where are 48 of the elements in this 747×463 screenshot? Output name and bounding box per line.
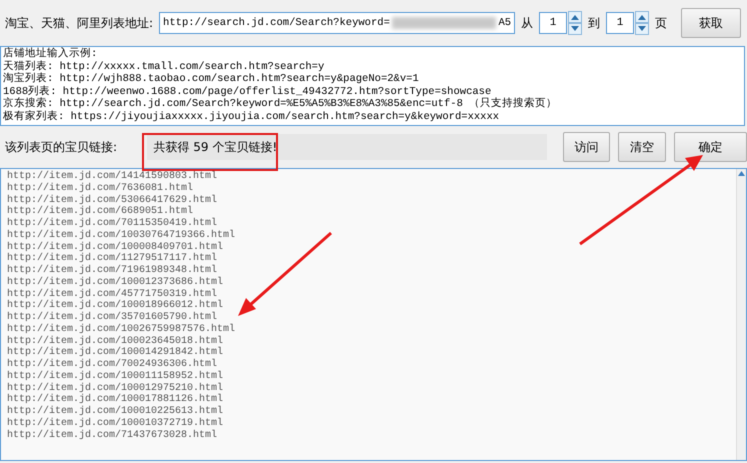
link-line: http://item.jd.com/11279517117.html bbox=[7, 253, 218, 264]
links-label: 该列表页的宝贝链接: bbox=[5, 138, 118, 156]
to-page-field[interactable]: 1 bbox=[606, 12, 634, 34]
link-line: http://item.jd.com/6689051.html bbox=[7, 206, 194, 218]
link-line: http://item.jd.com/71437673028.html bbox=[7, 430, 218, 442]
example-line: 京东搜索: http://search.jd.com/Search?keyword=%E5%A5%B3%E8%A3%85&enc=utf-8 （只支持搜索页） bbox=[3, 98, 558, 110]
example-line: 店铺地址输入示例: bbox=[3, 48, 98, 60]
link-line: http://item.jd.com/100012975210.html bbox=[7, 382, 224, 394]
from-label: 从 bbox=[521, 14, 534, 32]
link-line: http://item.jd.com/100017881126.html bbox=[7, 394, 224, 406]
count-message: 共获得 59 个宝贝链接! bbox=[152, 138, 278, 156]
examples-textarea[interactable] bbox=[0, 46, 745, 126]
link-line: http://item.jd.com/100011158952.html bbox=[7, 370, 224, 382]
action-button[interactable]: 访问 bbox=[562, 132, 610, 162]
link-line: http://item.jd.com/100008409701.html bbox=[7, 242, 224, 252]
example-line: 天猫列表: http://xxxxx.tmall.com/search.htm?search=y bbox=[3, 60, 326, 72]
link-line: http://item.jd.com/100014291842.html bbox=[7, 347, 224, 358]
fetch-button[interactable]: 获取 bbox=[681, 8, 742, 38]
example-line: 1688列表: http://weenwo.1688.com/page/offerlist_49432772.htm?sortType=showcase bbox=[3, 86, 492, 98]
scroll-up-icon[interactable] bbox=[737, 169, 746, 178]
link-line: http://item.jd.com/100018966012.html bbox=[7, 300, 224, 312]
link-line: http://item.jd.com/70024936306.html bbox=[7, 359, 218, 370]
link-line: http://item.jd.com/100012373686.html bbox=[7, 276, 224, 288]
from-page-field[interactable]: 1 bbox=[539, 12, 568, 34]
link-line: http://item.jd.com/100010225613.html bbox=[7, 406, 224, 418]
link-line: http://item.jd.com/71961989348.html bbox=[7, 265, 218, 276]
link-line: http://item.jd.com/10026759987576.html bbox=[7, 324, 236, 336]
link-line: http://item.jd.com/35701605790.html bbox=[7, 312, 218, 324]
action-button[interactable]: 确定 bbox=[674, 132, 747, 162]
example-line: 淘宝列表: http://wjh888.taobao.com/search.htm?search=y&pageNo=2&v=1 bbox=[3, 73, 420, 85]
link-line: http://item.jd.com/100023645018.html bbox=[7, 336, 224, 346]
link-line: http://item.jd.com/14141590803.html bbox=[7, 171, 218, 182]
page-label: 页 bbox=[655, 14, 668, 32]
url-field[interactable]: http://search.jd.com/Search?keyword= A5 bbox=[159, 12, 516, 34]
link-line: http://item.jd.com/70115350419.html bbox=[7, 218, 218, 230]
links-textarea[interactable] bbox=[0, 168, 747, 461]
link-line: http://item.jd.com/10030764719366.html bbox=[7, 230, 236, 242]
link-line: http://item.jd.com/100010372719.html bbox=[7, 418, 224, 430]
url-label: 淘宝、天猫、阿里列表地址: bbox=[5, 14, 154, 32]
spinner-arrows-icon[interactable] bbox=[568, 11, 582, 35]
to-label: 到 bbox=[588, 14, 600, 32]
link-line: http://item.jd.com/7636081.html bbox=[7, 182, 194, 194]
action-button[interactable]: 清空 bbox=[618, 132, 666, 162]
spinner-arrows-icon[interactable] bbox=[635, 11, 650, 35]
scrollbar[interactable] bbox=[736, 169, 746, 460]
link-line: http://item.jd.com/53066417629.html bbox=[7, 194, 218, 206]
link-line: http://item.jd.com/45771750319.html bbox=[7, 288, 218, 300]
example-line: 极有家列表: https://jiyoujiaxxxxx.jiyoujia.com/search.htm?search=y&keyword=xxxxx bbox=[3, 110, 500, 123]
